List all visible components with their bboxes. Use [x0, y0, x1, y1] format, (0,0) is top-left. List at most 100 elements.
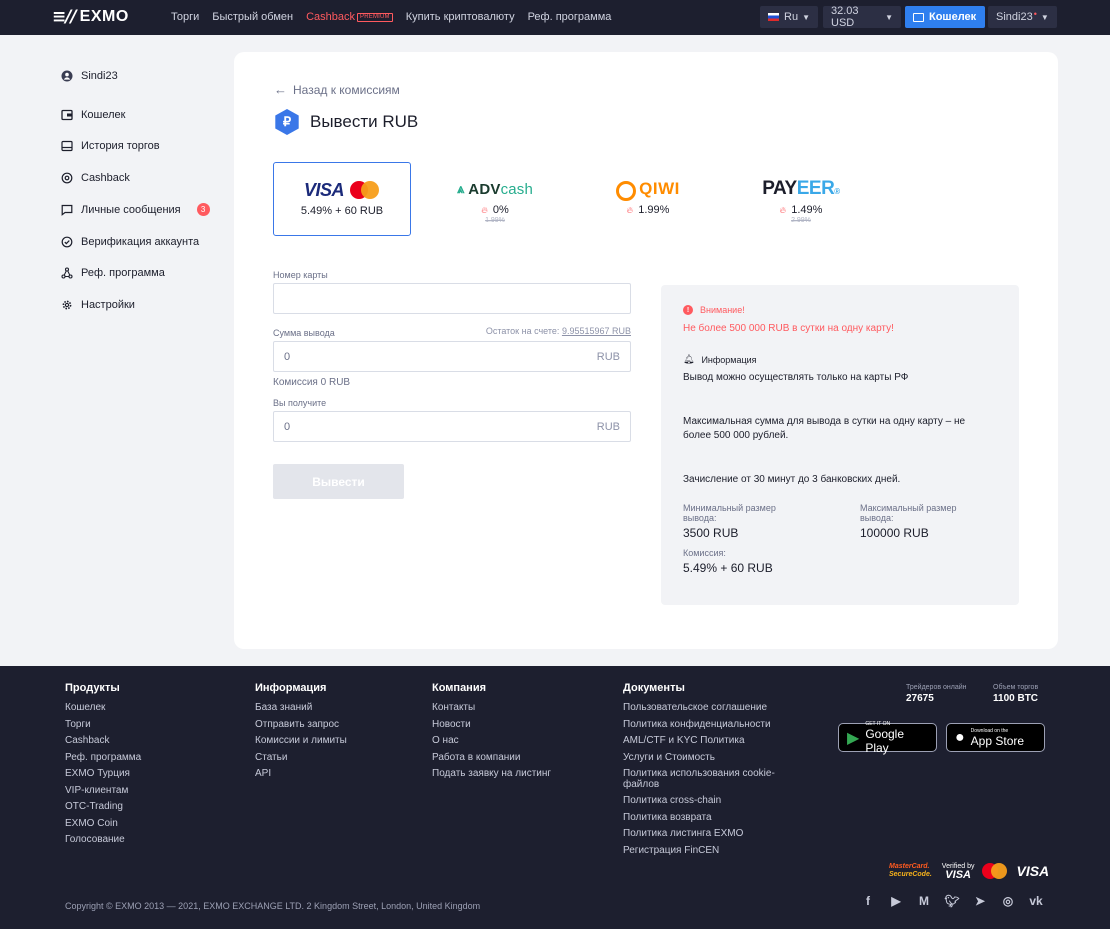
- top-bar: ≡// EXMO Торги Быстрый обмен Cashback PRE…: [0, 0, 1110, 35]
- sidebar-item-verification[interactable]: Верификация аккаунта: [52, 226, 217, 257]
- info-panel: ! Внимание! Не более 500 000 RUB в сутки…: [661, 285, 1019, 605]
- qiwi-mark-icon: [616, 181, 637, 201]
- method-old-fee: 1.99%: [485, 217, 505, 224]
- sidebar-item-label: Личные сообщения: [81, 203, 181, 216]
- traders-online: Трейдеров онлайн 27675: [906, 684, 967, 704]
- method-payeer[interactable]: PAYEER® 🔥︎ 1.49% 2.99%: [732, 162, 870, 236]
- cashback-icon: [60, 172, 73, 185]
- footer-link[interactable]: Политика возврата: [623, 810, 798, 827]
- footer-link[interactable]: Контакты: [432, 700, 551, 717]
- advcash-logo: ⩓ ADVcash: [457, 178, 533, 200]
- balance-amount-link[interactable]: 9.95515967 RUB: [562, 326, 631, 336]
- footer-link[interactable]: Услуги и Стоимость: [623, 750, 798, 767]
- receive-input[interactable]: 0 RUB: [273, 411, 631, 442]
- google-play-button[interactable]: ▶ GET IT ON Google Play: [838, 721, 937, 755]
- exmo-logo-mark: ≡//: [52, 7, 77, 27]
- wallet-icon: [60, 108, 73, 121]
- vk-icon[interactable]: vk: [1028, 894, 1044, 908]
- method-advcash[interactable]: ⩓ ADVcash 🔥︎ 0% 1.99%: [426, 162, 564, 236]
- nav-cashback-label: Cashback: [306, 11, 356, 23]
- sidebar-item-profile[interactable]: Sindi23: [52, 60, 217, 91]
- footer-link[interactable]: Подать заявку на листинг: [432, 766, 551, 783]
- info-title: 🔔︎ Информация: [683, 354, 757, 365]
- method-qiwi[interactable]: QIWI 🔥︎ 1.99%: [579, 162, 717, 236]
- nav-cashback[interactable]: Cashback PREMIUM: [306, 11, 393, 23]
- footer-link[interactable]: Голосование: [65, 832, 141, 849]
- main-nav: Торги Быстрый обмен Cashback PREMIUM Купи…: [171, 11, 624, 23]
- sidebar-item-referral[interactable]: Реф. программа: [52, 258, 217, 289]
- footer-link[interactable]: Cashback: [65, 733, 141, 750]
- sidebar-item-history[interactable]: История торгов: [52, 131, 217, 162]
- min-limit: Минимальный размер вывода: 3500 RUB: [683, 503, 776, 540]
- footer-link[interactable]: Политика листинга EXMO: [623, 826, 798, 843]
- receive-label: Вы получите: [273, 398, 327, 408]
- sidebar-item-label: Sindi23: [81, 69, 118, 82]
- gear-icon: [60, 299, 73, 312]
- language-select[interactable]: Ru ▼: [760, 6, 818, 28]
- nav-referral[interactable]: Реф. программа: [528, 11, 612, 23]
- footer-link[interactable]: Новости: [432, 717, 551, 734]
- nav-buy-crypto[interactable]: Купить криптовалюту: [406, 11, 515, 23]
- footer-link[interactable]: Кошелек: [65, 700, 141, 717]
- app-store-button[interactable]: ● Download on the App Store: [946, 723, 1045, 752]
- exmo-logo[interactable]: ≡// EXMO: [52, 7, 129, 27]
- youtube-icon[interactable]: ▶: [888, 894, 904, 908]
- sidebar-item-cashback[interactable]: Cashback: [52, 163, 217, 194]
- footer-link[interactable]: Пользовательское соглашение: [623, 700, 798, 717]
- footer-link[interactable]: VIP-клиентам: [65, 783, 141, 800]
- wallet-button[interactable]: Кошелек: [905, 6, 985, 28]
- footer-link[interactable]: Политика конфиденциальности: [623, 717, 798, 734]
- amount-input[interactable]: 0 RUB: [273, 341, 631, 372]
- qiwi-logo: QIWI: [616, 178, 680, 201]
- method-visa[interactable]: VISA 5.49% + 60 RUB: [273, 162, 411, 236]
- footer-link[interactable]: Регистрация FinCEN: [623, 843, 798, 860]
- amount-value: 0: [284, 350, 291, 363]
- sidebar-item-label: Реф. программа: [81, 267, 165, 280]
- footer-link[interactable]: Комиссии и лимиты: [255, 733, 347, 750]
- footer-link[interactable]: AML/CTF и KYC Политика: [623, 733, 798, 750]
- nav-quick-exchange[interactable]: Быстрый обмен: [212, 11, 293, 23]
- footer-products: Продукты Кошелек Торги Cashback Реф. про…: [65, 682, 141, 849]
- footer-link[interactable]: API: [255, 766, 347, 783]
- user-menu[interactable]: Sindi23 • ▼: [988, 6, 1057, 28]
- arrow-left-icon: ←: [274, 82, 287, 97]
- twitter-icon[interactable]: 🐦︎: [944, 894, 960, 908]
- medium-icon[interactable]: M: [916, 894, 932, 908]
- footer-link[interactable]: Реф. программа: [65, 750, 141, 767]
- sidebar-item-settings[interactable]: Настройки: [52, 290, 217, 321]
- telegram-icon[interactable]: ➤: [972, 894, 988, 908]
- sidebar-item-wallet[interactable]: Кошелек: [52, 99, 217, 130]
- footer-link[interactable]: База знаний: [255, 700, 347, 717]
- rub-currency-icon: ₽: [275, 109, 299, 135]
- balance-select[interactable]: 32.03 USD ▼: [823, 5, 901, 29]
- nav-trading[interactable]: Торги: [171, 11, 199, 23]
- footer-link[interactable]: Работа в компании: [432, 750, 551, 767]
- apple-icon: ●: [955, 728, 965, 746]
- footer-link[interactable]: О нас: [432, 733, 551, 750]
- footer-link[interactable]: EXMO Coin: [65, 816, 141, 833]
- payment-methods: VISA 5.49% + 60 RUB ⩓ ADVcash 🔥︎ 0% 1.99%…: [273, 162, 885, 236]
- footer-link[interactable]: EXMO Турция: [65, 766, 141, 783]
- instagram-icon[interactable]: ◎: [1000, 894, 1016, 908]
- limits-row: Минимальный размер вывода: 3500 RUB Макс…: [683, 503, 997, 540]
- sidebar-item-messages[interactable]: Личные сообщения 3: [52, 194, 217, 225]
- premium-badge: PREMIUM: [357, 12, 393, 22]
- footer-link[interactable]: Отправить запрос: [255, 717, 347, 734]
- warning-text: Не более 500 000 RUB в сутки на одну кар…: [683, 323, 894, 334]
- visa-logo-text: VISA: [303, 179, 345, 200]
- footer-link[interactable]: OTC-Trading: [65, 799, 141, 816]
- facebook-icon[interactable]: f: [860, 894, 876, 908]
- footer-link[interactable]: Политика использования cookie-файлов: [623, 766, 798, 793]
- russia-flag-icon: [768, 13, 779, 21]
- footer-link[interactable]: Политика cross-chain: [623, 793, 798, 810]
- account-balance: Остаток на счете: 9.95515967 RUB: [485, 326, 631, 336]
- footer-link[interactable]: Статьи: [255, 750, 347, 767]
- history-icon: [60, 140, 73, 153]
- card-number-input[interactable]: [273, 283, 631, 314]
- footer-link[interactable]: Торги: [65, 717, 141, 734]
- back-to-fees-link[interactable]: ← Назад к комиссиям: [274, 82, 400, 97]
- withdraw-button[interactable]: Вывести: [273, 464, 404, 499]
- mastercard-icon: [982, 863, 1008, 879]
- user-name: Sindi23: [996, 11, 1033, 23]
- user-icon: [60, 69, 73, 82]
